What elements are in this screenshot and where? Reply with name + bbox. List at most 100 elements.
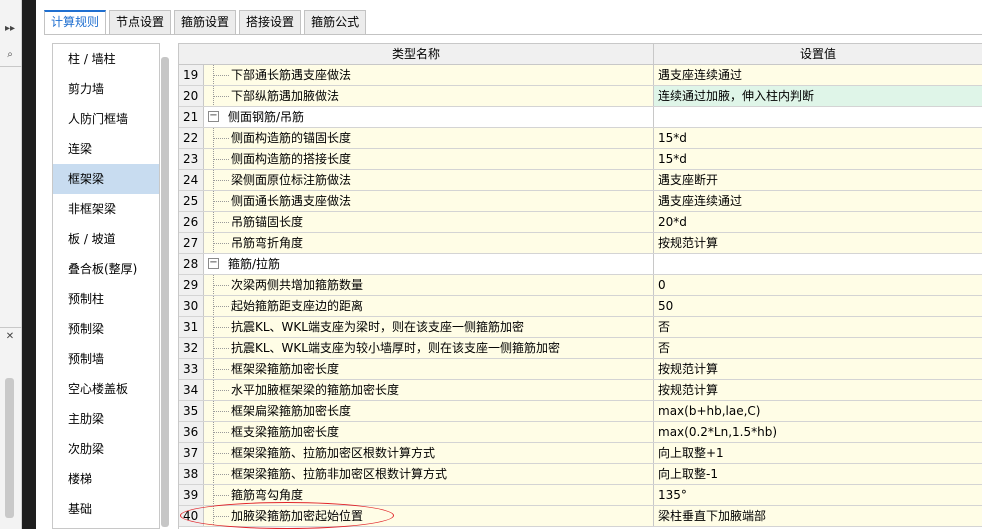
category-item[interactable]: 预制梁 bbox=[53, 314, 159, 344]
tab-1[interactable]: 计算规则 bbox=[44, 10, 107, 35]
type-name-label: 箍筋/拉筋 bbox=[228, 257, 281, 271]
row-number: 35 bbox=[179, 401, 204, 421]
type-name-cell: 侧面构造筋的锚固长度 bbox=[204, 128, 654, 148]
tree-branch bbox=[213, 474, 229, 475]
component-category-list: 柱 / 墙柱 剪力墙 人防门框墙 连梁 框架梁 非框架梁板 / 坡道 叠合板(整厚) 预制柱预… bbox=[52, 43, 160, 529]
setting-value-cell[interactable]: 遇支座断开 bbox=[654, 170, 982, 190]
setting-value-cell[interactable]: 按规范计算 bbox=[654, 380, 982, 400]
setting-value-cell[interactable]: 50 bbox=[654, 296, 982, 316]
setting-value-cell[interactable]: 按规范计算 bbox=[654, 359, 982, 379]
collapse-icon[interactable]: − bbox=[208, 111, 219, 122]
table-row[interactable]: 35 框架扁梁箍筋加密长度 max(b+hb,lae,C) bbox=[179, 401, 982, 422]
tab-3[interactable]: 箍筋设置 bbox=[174, 10, 237, 34]
category-item[interactable]: 框架梁 bbox=[53, 164, 159, 194]
table-row[interactable]: 30 起始箍筋距支座边的距离 50 bbox=[179, 296, 982, 317]
close-icon[interactable]: ✕ bbox=[2, 328, 18, 344]
category-item[interactable]: 剪力墙 bbox=[53, 74, 159, 104]
category-item[interactable]: 叠合板(整厚) bbox=[53, 254, 159, 284]
category-item[interactable]: 楼梯 bbox=[53, 464, 159, 494]
row-number: 27 bbox=[179, 233, 204, 253]
group-row[interactable]: 21− 侧面钢筋/吊筋 bbox=[179, 107, 982, 128]
type-name-label: 侧面钢筋/吊筋 bbox=[228, 110, 305, 124]
setting-value-cell[interactable]: 135° bbox=[654, 485, 982, 505]
table-row[interactable]: 24 梁侧面原位标注筋做法 遇支座断开 bbox=[179, 170, 982, 191]
setting-value-cell[interactable]: 按规范计算 bbox=[654, 233, 982, 253]
type-name-cell: 梁侧面原位标注筋做法 bbox=[204, 170, 654, 190]
tab-5[interactable]: 箍筋公式 bbox=[304, 10, 367, 34]
table-row[interactable]: 33 框架梁箍筋加密长度 按规范计算 bbox=[179, 359, 982, 380]
type-name-cell: 起始箍筋距支座边的距离 bbox=[204, 296, 654, 316]
splitter-bar[interactable] bbox=[22, 0, 36, 529]
table-row[interactable]: 31 抗震KL、WKL端支座为梁时，则在该支座一侧箍筋加密 否 bbox=[179, 317, 982, 338]
category-item[interactable]: 连梁 bbox=[53, 134, 159, 164]
type-name-cell: 抗震KL、WKL端支座为梁时，则在该支座一侧箍筋加密 bbox=[204, 317, 654, 337]
table-row[interactable]: 32 抗震KL、WKL端支座为较小墙厚时，则在该支座一侧箍筋加密 否 bbox=[179, 338, 982, 359]
collapse-icon[interactable]: − bbox=[208, 258, 219, 269]
setting-value-cell[interactable]: 否 bbox=[654, 338, 982, 358]
table-row[interactable]: 27 吊筋弯折角度 按规范计算 bbox=[179, 233, 982, 254]
table-row[interactable]: 36 框支梁箍筋加密长度 max(0.2*Ln,1.5*hb) bbox=[179, 422, 982, 443]
category-item[interactable]: 空心楼盖板 bbox=[53, 374, 159, 404]
expand-icon[interactable]: ▸▸ bbox=[2, 20, 18, 36]
category-item[interactable]: 非框架梁 bbox=[53, 194, 159, 224]
setting-value-cell[interactable]: 否 bbox=[654, 317, 982, 337]
tab-4[interactable]: 搭接设置 bbox=[239, 10, 302, 34]
type-name-label: 抗震KL、WKL端支座为梁时，则在该支座一侧箍筋加密 bbox=[231, 320, 524, 334]
type-name-label: 框架梁箍筋、拉筋非加密区根数计算方式 bbox=[231, 467, 448, 481]
category-item[interactable]: 柱 / 墙柱 bbox=[53, 44, 159, 74]
setting-value-cell[interactable]: max(b+hb,lae,C) bbox=[654, 401, 982, 421]
category-list-scrollbar[interactable] bbox=[161, 57, 169, 527]
tree-branch bbox=[213, 222, 229, 223]
table-row[interactable]: 25 侧面通长筋遇支座做法 遇支座连续通过 bbox=[179, 191, 982, 212]
search-icon[interactable]: ⌕ bbox=[2, 46, 18, 62]
tree-branch bbox=[213, 432, 229, 433]
setting-value-cell[interactable] bbox=[654, 254, 982, 274]
type-name-cell: 框支梁箍筋加密长度 bbox=[204, 422, 654, 442]
category-item[interactable]: 板 / 坡道 bbox=[53, 224, 159, 254]
category-item[interactable]: 预制柱 bbox=[53, 284, 159, 314]
table-row[interactable]: 37 框架梁箍筋、拉筋加密区根数计算方式 向上取整+1 bbox=[179, 443, 982, 464]
setting-value-cell[interactable]: 遇支座连续通过 bbox=[654, 65, 982, 85]
table-row[interactable]: 29 次梁两侧共增加箍筋数量 0 bbox=[179, 275, 982, 296]
type-name-cell: 吊筋弯折角度 bbox=[204, 233, 654, 253]
left-panel-scrollbar[interactable] bbox=[5, 378, 14, 518]
setting-value-cell[interactable]: 20*d bbox=[654, 212, 982, 232]
category-item[interactable]: 人防门框墙 bbox=[53, 104, 159, 134]
setting-value-cell[interactable]: 连续通过加腋，伸入柱内判断 bbox=[654, 86, 982, 106]
tab-2[interactable]: 节点设置 bbox=[109, 10, 172, 34]
tree-branch bbox=[213, 411, 229, 412]
row-number: 23 bbox=[179, 149, 204, 169]
row-number: 22 bbox=[179, 128, 204, 148]
row-number: 31 bbox=[179, 317, 204, 337]
type-name-label: 吊筋锚固长度 bbox=[231, 215, 304, 229]
setting-value-cell[interactable]: 0 bbox=[654, 275, 982, 295]
category-item[interactable]: 次肋梁 bbox=[53, 434, 159, 464]
setting-value-cell[interactable]: 向上取整+1 bbox=[654, 443, 982, 463]
row-number: 33 bbox=[179, 359, 204, 379]
setting-value-cell[interactable]: 15*d bbox=[654, 149, 982, 169]
row-number: 20 bbox=[179, 86, 204, 106]
setting-value-cell[interactable]: max(0.2*Ln,1.5*hb) bbox=[654, 422, 982, 442]
row-number: 19 bbox=[179, 65, 204, 85]
category-item[interactable]: 基础 bbox=[53, 494, 159, 524]
tree-branch bbox=[213, 327, 229, 328]
table-row[interactable]: 34 水平加腋框架梁的箍筋加密长度 按规范计算 bbox=[179, 380, 982, 401]
type-name-label: 水平加腋框架梁的箍筋加密长度 bbox=[231, 383, 400, 397]
setting-value-cell[interactable]: 梁柱垂直下加腋端部 bbox=[654, 506, 982, 526]
tree-branch bbox=[213, 180, 229, 181]
category-item[interactable]: 主肋梁 bbox=[53, 404, 159, 434]
category-item[interactable]: 预制墙 bbox=[53, 344, 159, 374]
type-name-label: 下部通长筋遇支座做法 bbox=[231, 68, 352, 82]
setting-value-cell[interactable]: 15*d bbox=[654, 128, 982, 148]
setting-value-cell[interactable]: 向上取整-1 bbox=[654, 464, 982, 484]
table-row[interactable]: 26 吊筋锚固长度 20*d bbox=[179, 212, 982, 233]
setting-value-cell[interactable] bbox=[654, 107, 982, 127]
group-row[interactable]: 28− 箍筋/拉筋 bbox=[179, 254, 982, 275]
table-row[interactable]: 23 侧面构造筋的搭接长度 15*d bbox=[179, 149, 982, 170]
setting-value-cell[interactable]: 遇支座连续通过 bbox=[654, 191, 982, 211]
type-name-cell: 次梁两侧共增加箍筋数量 bbox=[204, 275, 654, 295]
table-row[interactable]: 20 下部纵筋遇加腋做法 连续通过加腋，伸入柱内判断 bbox=[179, 86, 982, 107]
table-row[interactable]: 38 框架梁箍筋、拉筋非加密区根数计算方式 向上取整-1 bbox=[179, 464, 982, 485]
table-row[interactable]: 22 侧面构造筋的锚固长度 15*d bbox=[179, 128, 982, 149]
table-row[interactable]: 19 下部通长筋遇支座做法 遇支座连续通过 bbox=[179, 65, 982, 86]
